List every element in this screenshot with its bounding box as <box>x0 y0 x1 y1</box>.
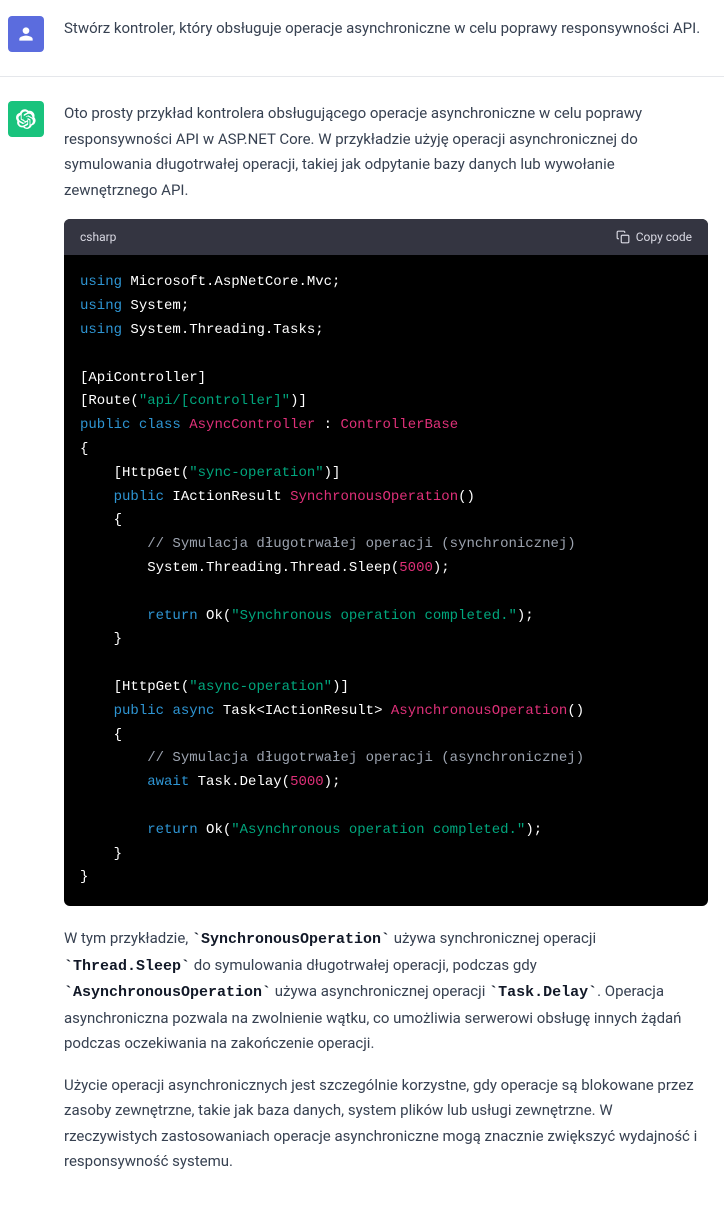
copy-code-label: Copy code <box>636 227 692 247</box>
code-block: csharp Copy code using Microsoft.AspNetC… <box>64 219 708 906</box>
assistant-explain-1: W tym przykładzie, `SynchronousOperation… <box>64 926 708 1057</box>
user-content: Stwórz kontroler, który obsługuje operac… <box>64 16 716 52</box>
user-message: Stwórz kontroler, który obsługuje operac… <box>0 0 724 77</box>
assistant-content: Oto prosty przykład kontrolera obsługują… <box>64 101 716 1175</box>
inline-code: `Thread.Sleep` <box>64 958 190 975</box>
user-avatar <box>8 16 44 52</box>
openai-icon <box>16 109 36 129</box>
code-language-label: csharp <box>80 227 116 247</box>
code-content: using Microsoft.AspNetCore.Mvc; using Sy… <box>80 271 692 890</box>
inline-code: `SynchronousOperation` <box>192 931 390 948</box>
clipboard-icon <box>616 230 630 244</box>
assistant-intro: Oto prosty przykład kontrolera obsługują… <box>64 101 708 203</box>
user-prompt-text: Stwórz kontroler, który obsługuje operac… <box>64 16 708 42</box>
code-body: using Microsoft.AspNetCore.Mvc; using Sy… <box>64 255 708 906</box>
copy-code-button[interactable]: Copy code <box>616 227 692 247</box>
inline-code: `Task.Delay` <box>489 984 597 1001</box>
assistant-message: Oto prosty przykład kontrolera obsługują… <box>0 77 724 1199</box>
assistant-explain-2: Użycie operacji asynchronicznych jest sz… <box>64 1073 708 1175</box>
person-icon <box>16 24 36 44</box>
code-header: csharp Copy code <box>64 219 708 255</box>
inline-code: `AsynchronousOperation` <box>64 984 271 1001</box>
assistant-avatar <box>8 101 44 137</box>
